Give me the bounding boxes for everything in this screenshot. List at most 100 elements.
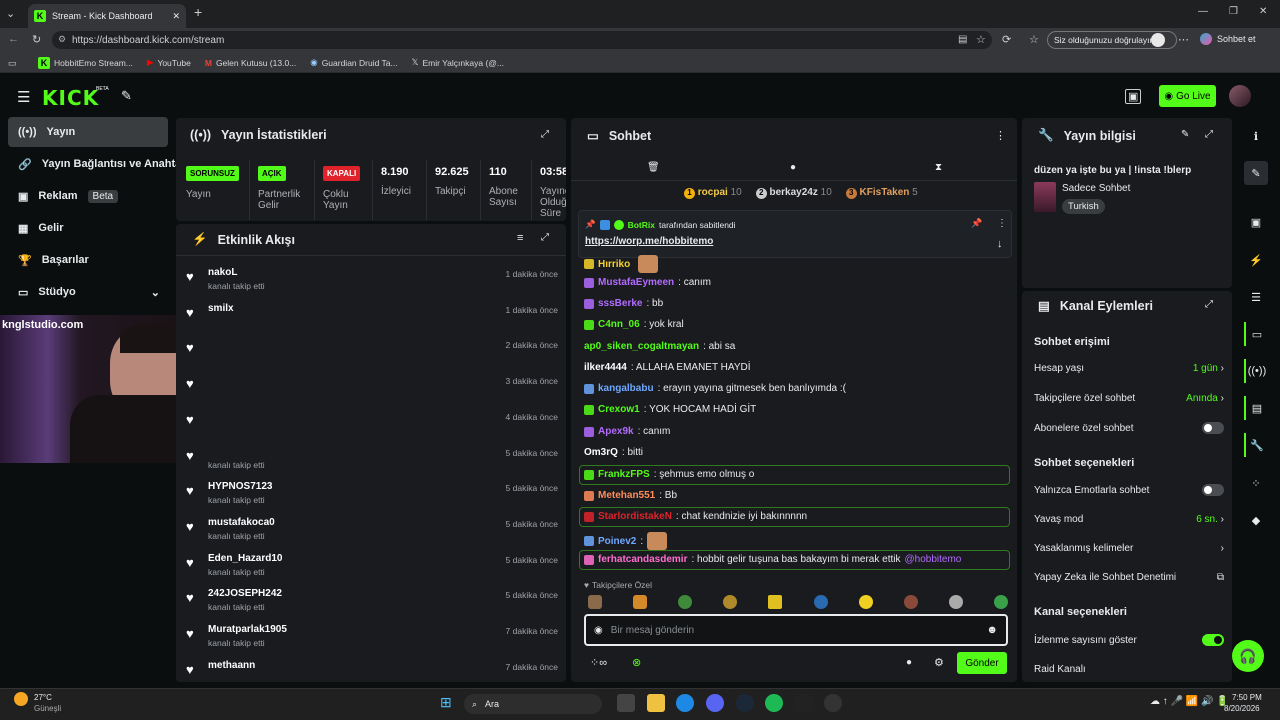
emote-icon[interactable] <box>588 595 602 609</box>
task-view-icon[interactable] <box>617 694 635 712</box>
broadcast-panel-icon[interactable]: ((•)) <box>1244 359 1268 383</box>
chat-username[interactable]: Poinev2 <box>598 536 636 547</box>
kick-points-icon[interactable]: ⁘∞ <box>590 656 607 669</box>
sidebar-item-achievements[interactable]: 🏆 Başarılar <box>8 245 168 275</box>
steam-icon[interactable] <box>736 694 754 712</box>
emote-icon[interactable] <box>858 595 873 609</box>
banned-words-row[interactable]: Yasaklanmış kelimeler › <box>1034 543 1224 554</box>
expand-icon[interactable]: ⤢ <box>1205 129 1213 140</box>
pinned-menu-icon[interactable]: ⋮ <box>997 218 1007 229</box>
edge-icon[interactable] <box>676 694 694 712</box>
file-explorer-icon[interactable] <box>647 694 665 712</box>
edit-panel-icon[interactable]: ✎ <box>1244 161 1268 185</box>
emote-icon[interactable] <box>993 595 1008 609</box>
maximize-icon[interactable]: ❐ <box>1229 6 1238 17</box>
discord-icon[interactable] <box>706 694 724 712</box>
emote-icon[interactable] <box>768 595 783 609</box>
top-chatter[interactable]: 2 berkay24z 10 <box>755 187 832 199</box>
chat-settings-icon[interactable]: ⚙ <box>934 656 944 669</box>
trash-icon[interactable]: 🗑 <box>647 162 660 173</box>
terminal-icon[interactable] <box>795 694 813 712</box>
chat-username[interactable]: StarlordistakeN <box>598 511 672 522</box>
chat-username[interactable]: Crexow1 <box>598 404 640 415</box>
top-chatter[interactable]: 1 rocpai 10 <box>684 187 742 199</box>
chat-rules-icon[interactable]: ● <box>906 657 912 668</box>
hamburger-icon[interactable]: ☰ <box>17 88 30 106</box>
kick-logo[interactable]: KICK <box>42 86 99 110</box>
sidebar-item-revenue[interactable]: ▦ Gelir <box>8 213 168 243</box>
sidebar-item-stream[interactable]: ((•)) Yayın <box>8 117 168 147</box>
actions-panel-icon[interactable]: ▤ <box>1244 396 1268 420</box>
chat-username[interactable]: Hırriko <box>598 259 630 270</box>
emoji-icon[interactable]: ☻ <box>986 624 998 636</box>
taskbar-search[interactable]: ⌕ Ara <box>464 694 602 714</box>
emote-icon[interactable] <box>813 595 828 609</box>
sidebar-item-stream-key[interactable]: 🔗 Yayın Bağlantısı ve Anahtarı <box>8 149 178 179</box>
expand-icon[interactable]: ⤢ <box>541 129 549 140</box>
event-username[interactable]: HYPNOS7123 <box>208 481 272 492</box>
send-button[interactable]: Gönder <box>957 652 1007 674</box>
pinned-link[interactable]: https://worp.me/hobbitemo <box>585 236 713 247</box>
reload-icon[interactable]: ↻ <box>32 33 41 46</box>
prediction-icon[interactable]: ⊗ <box>632 656 641 669</box>
chat-username[interactable]: Om3rQ <box>584 447 618 458</box>
copilot-chat-button[interactable]: Sohbet et <box>1200 33 1256 45</box>
url-field[interactable]: https://dashboard.kick.com/stream <box>52 31 992 49</box>
subs-only-toggle[interactable] <box>1202 422 1224 434</box>
weather-icon[interactable] <box>14 692 28 706</box>
chat-mention[interactable]: @hobbitemo <box>904 554 961 565</box>
account-age-row[interactable]: Hesap yaşı 1 gün › <box>1034 363 1224 374</box>
new-tab-icon[interactable]: + <box>194 4 202 20</box>
emote-icon[interactable] <box>903 595 918 609</box>
wrench-panel-icon[interactable]: 🔧 <box>1244 433 1268 457</box>
chat-username[interactable]: kangalbabu <box>598 383 654 394</box>
bookmark-item[interactable]: ◉ Guardian Druid Ta... <box>310 57 397 68</box>
back-icon[interactable]: ← <box>8 33 19 45</box>
reader-icon[interactable]: ▤ <box>958 34 967 45</box>
event-username[interactable]: nakoL <box>208 267 237 278</box>
support-icon[interactable]: 🎧 <box>1232 640 1264 672</box>
chat-username[interactable]: C4nn_06 <box>598 319 640 330</box>
chat-username[interactable]: FrankzFPS <box>598 469 650 480</box>
obs-icon[interactable] <box>824 694 842 712</box>
tab-list-icon[interactable]: ⌄ <box>6 7 15 20</box>
go-live-button[interactable]: ◉ Go Live <box>1159 85 1216 107</box>
info-icon[interactable]: ℹ <box>1244 124 1268 148</box>
filter-icon[interactable]: ≡ <box>517 232 523 244</box>
expand-down-icon[interactable]: ↓ <box>997 238 1003 250</box>
minimize-icon[interactable]: — <box>1198 6 1208 17</box>
windows-start-icon[interactable]: ⊞ <box>440 694 452 711</box>
site-info-icon[interactable]: ⚙ <box>58 34 66 45</box>
event-username[interactable]: smilx <box>208 303 234 314</box>
pin-tool-icon[interactable]: ✎ <box>121 88 132 104</box>
raid-row[interactable]: Raid Kanalı <box>1034 664 1224 675</box>
chat-username[interactable]: ferhatcandasdemir <box>598 554 687 565</box>
browser-tab[interactable]: K Stream - Kick Dashboard ✕ <box>28 4 186 28</box>
chat-username[interactable]: Apex9k <box>598 426 634 437</box>
edit-icon[interactable]: ✎ <box>1181 129 1189 140</box>
bookmark-item[interactable]: K HobbitEmo Stream... <box>38 56 133 69</box>
list-icon[interactable]: ☰ <box>1244 285 1268 309</box>
layout-icon[interactable]: ▣ <box>1244 210 1268 234</box>
top-chatter[interactable]: 3 KFisTaken 5 <box>845 187 918 199</box>
share-icon[interactable]: ⁘ <box>1244 471 1268 495</box>
bookmark-item[interactable]: M Gelen Kutusu (13.0... <box>205 58 296 68</box>
close-window-icon[interactable]: ✕ <box>1259 6 1267 17</box>
chat-bubble-icon[interactable]: ● <box>790 162 796 173</box>
emote-icon[interactable] <box>633 595 648 609</box>
event-username[interactable]: mustafakoca0 <box>208 517 275 528</box>
profile-avatar[interactable] <box>1151 33 1165 47</box>
show-viewers-toggle[interactable] <box>1202 634 1224 646</box>
bookmark-star-icon[interactable]: ☆ <box>976 33 986 46</box>
sidebar-item-studio[interactable]: ▭ Stüdyo ⌄ <box>8 277 168 307</box>
emote-icon[interactable] <box>723 595 738 609</box>
sidebar-item-ads[interactable]: ▣ Reklam Beta <box>8 181 168 211</box>
chat-menu-icon[interactable]: ⋮ <box>995 129 1006 142</box>
ai-moderation-row[interactable]: Yapay Zeka ile Sohbet Denetimi ⧉ <box>1034 572 1224 583</box>
chat-username[interactable]: ap0_siken_cogaltmayan <box>584 341 699 352</box>
chat-username[interactable]: sssBerke <box>598 298 642 309</box>
slow-mode-row[interactable]: Yavaş mod 6 sn. › <box>1034 514 1224 525</box>
event-username[interactable]: Eden_Hazard10 <box>208 553 282 564</box>
sidebar-toggle-icon[interactable]: ▭ <box>8 58 17 69</box>
emote-icon[interactable] <box>678 595 693 609</box>
